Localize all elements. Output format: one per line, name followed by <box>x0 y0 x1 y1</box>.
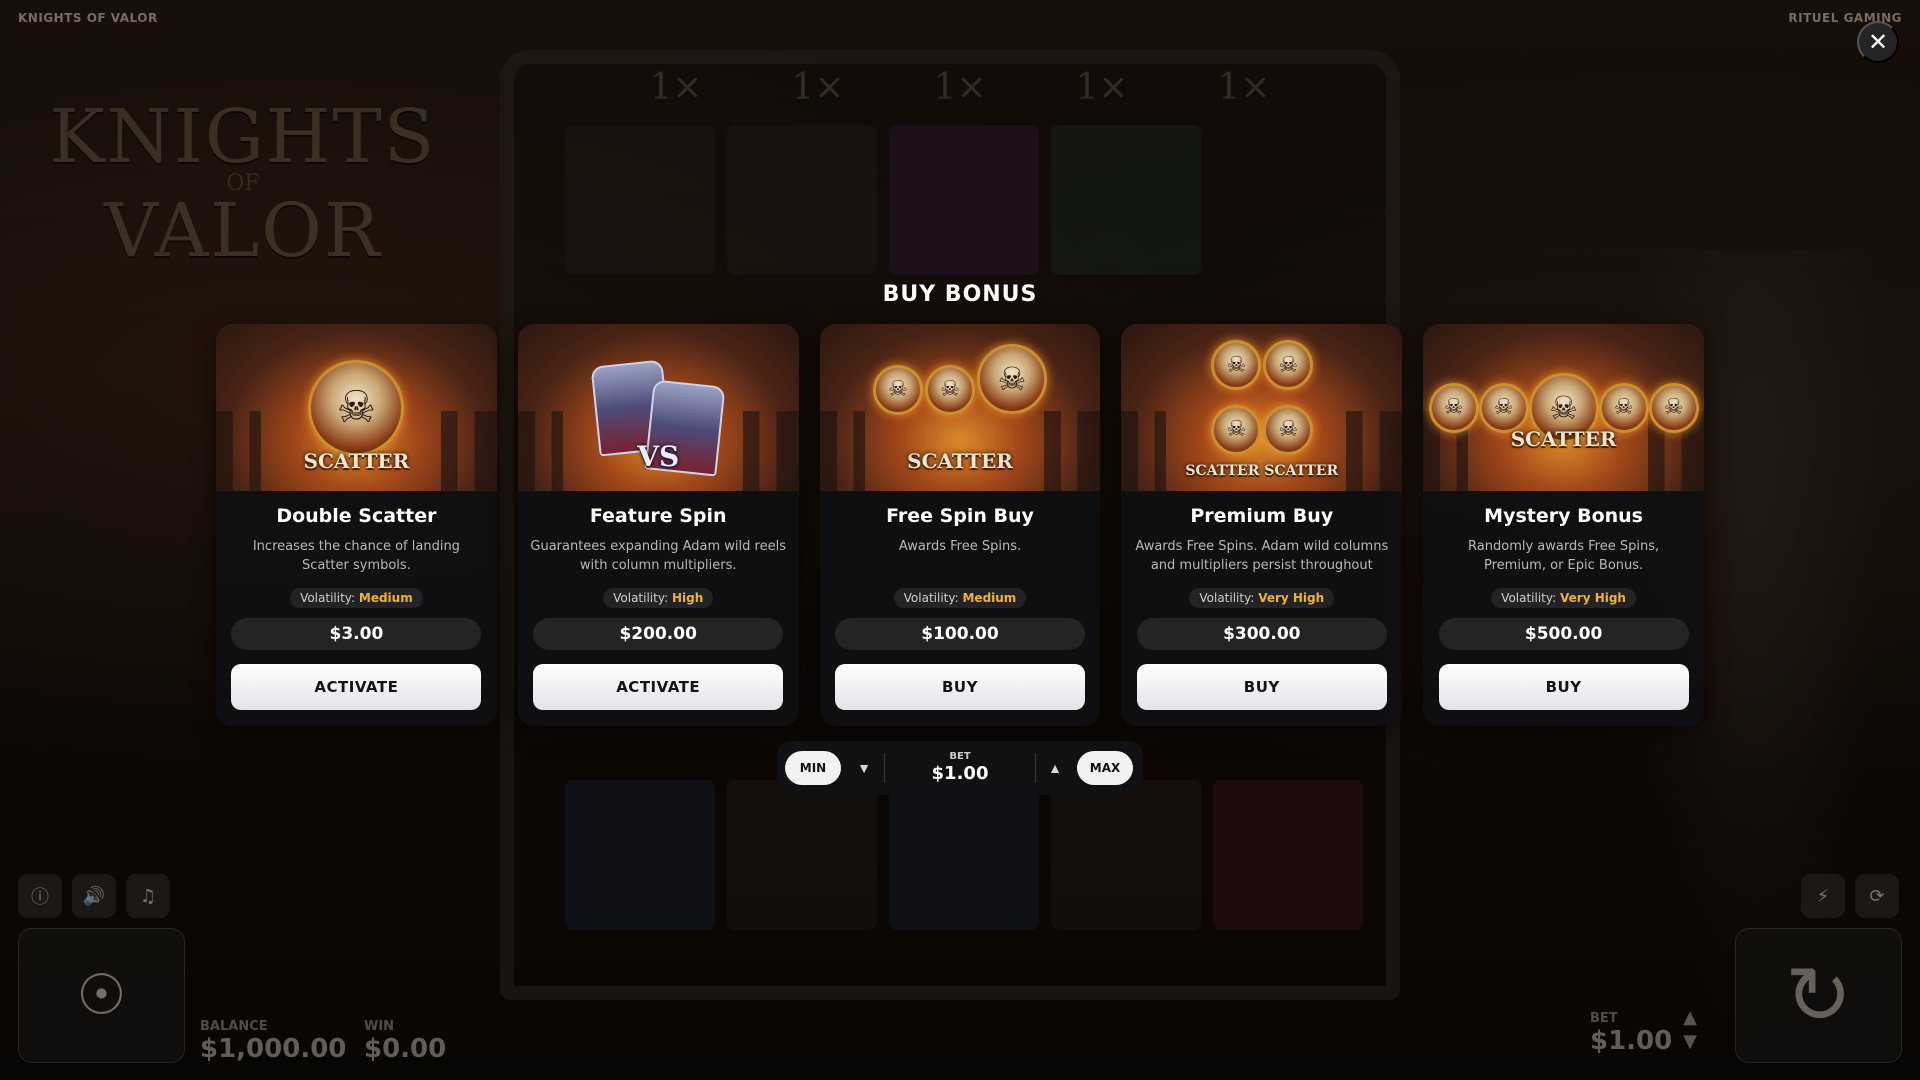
card-art-label: SCATTER SCATTER <box>1185 463 1339 479</box>
card-price: $3.00 <box>231 618 482 650</box>
bet-down-icon[interactable]: ▼ <box>1678 1030 1702 1054</box>
skull-icon: ☠ <box>1211 404 1262 455</box>
bonus-card-list: ☠ SCATTER Double Scatter Increases the c… <box>216 324 1704 726</box>
skull-icon: ☠ <box>1263 340 1314 391</box>
volatility-value: Medium <box>358 591 413 605</box>
card-title: Mystery Bonus <box>1484 505 1643 527</box>
skull-icon: ☠ <box>872 364 923 415</box>
volatility-badge: Volatility: Very High <box>1491 588 1636 608</box>
card-price: $200.00 <box>533 618 784 650</box>
close-button[interactable]: ✕ <box>1857 21 1899 63</box>
volatility-badge: Volatility: Medium <box>290 588 423 608</box>
card-art-label: SCATTER <box>907 449 1013 473</box>
skull-icon: ☠ <box>1648 382 1699 433</box>
volatility-label: Volatility: <box>903 591 959 605</box>
activate-button[interactable]: ACTIVATE <box>231 664 482 710</box>
bonus-card-mystery-bonus: ☠ ☠ ☠ ☠ ☠ SCATTER Mystery Bonus Randomly… <box>1423 324 1704 726</box>
skull-icon: ☠ <box>1263 404 1314 455</box>
hud-bet-label: BET <box>1590 1011 1618 1026</box>
hud-bet-stepper[interactable]: ▲ ▼ <box>1678 1006 1702 1054</box>
card-description: Guarantees expanding Adam wild reels wit… <box>530 539 786 573</box>
turbo-button[interactable]: ⚡ <box>1801 874 1845 918</box>
skull-icon: ☠ <box>924 364 975 415</box>
demon-sigil-icon: ☉ <box>76 963 127 1028</box>
card-price: $100.00 <box>834 618 1085 650</box>
sound-button[interactable]: 🔊 <box>72 874 116 918</box>
skull-icon: ☠ <box>1478 382 1529 433</box>
studio-logo: ☉ <box>18 928 185 1063</box>
card-title: Free Spin Buy <box>886 505 1034 527</box>
volatility-badge: Volatility: Very High <box>1189 588 1335 608</box>
bet-up-icon[interactable]: ▲ <box>1678 1006 1702 1030</box>
buy-button[interactable]: BUY <box>1438 664 1689 710</box>
modal-title: BUY BONUS <box>882 282 1038 307</box>
card-art-label: SCATTER <box>1510 427 1617 451</box>
bonus-card-free-spin-buy: ☠ ☠ ☠ SCATTER Free Spin Buy Awards Free … <box>819 324 1101 726</box>
card-art-label: SCATTER <box>303 449 410 473</box>
bonus-card-feature-spin: VS Feature Spin Guarantees expanding Ada… <box>517 324 799 726</box>
card-description: Randomly awards Free Spins, Premium, or … <box>1468 539 1660 573</box>
card-title: Feature Spin <box>589 505 727 527</box>
card-art-knights-vs: VS <box>517 324 799 491</box>
spin-icon: ↻ <box>1784 949 1853 1042</box>
volatility-label: Volatility: <box>1501 591 1557 605</box>
win-label: WIN <box>364 1019 395 1034</box>
card-description: Increases the chance of landing Scatter … <box>252 539 460 573</box>
activate-button[interactable]: ACTIVATE <box>533 664 784 710</box>
close-icon: ✕ <box>1867 28 1889 56</box>
card-art-label: VS <box>637 440 680 473</box>
volatility-value: Very High <box>1258 591 1325 605</box>
volatility-badge: Volatility: Medium <box>893 588 1027 608</box>
card-art-scatter: ☠ SCATTER <box>216 324 497 491</box>
skull-icon: ☠ <box>1211 340 1262 391</box>
skull-icon: ☠ <box>1428 382 1479 433</box>
balance-label: BALANCE <box>200 1019 268 1034</box>
music-button[interactable]: ♫ <box>126 874 170 918</box>
bet-increase-button[interactable]: ▲ <box>1041 754 1069 782</box>
volatility-value: Very High <box>1560 591 1626 605</box>
card-description: Awards Free Spins. Adam wild columns and… <box>1135 539 1389 573</box>
volatility-label: Volatility: <box>1199 591 1255 605</box>
volatility-value: High <box>671 591 704 605</box>
info-button[interactable]: ⓘ <box>18 874 62 918</box>
skull-icon: ☠ <box>976 343 1047 414</box>
win-value: $0.00 <box>364 1034 447 1064</box>
card-title: Double Scatter <box>276 505 437 527</box>
bonus-card-premium-buy: ☠ ☠ ☠ ☠ SCATTER SCATTER Premium Buy Awar… <box>1121 324 1403 726</box>
speaker-icon: 🔊 <box>82 885 106 907</box>
volatility-label: Volatility: <box>300 591 356 605</box>
card-price: $500.00 <box>1438 618 1689 650</box>
card-title: Premium Buy <box>1190 505 1334 527</box>
card-description: Awards Free Spins. <box>898 539 1022 554</box>
buy-button[interactable]: BUY <box>834 664 1085 710</box>
skull-icon: ☠ <box>308 359 405 456</box>
autoplay-icon: ⟳ <box>1869 885 1885 907</box>
max-bet-button[interactable]: MAX <box>1077 751 1133 785</box>
chevron-up-icon: ▲ <box>1048 760 1062 776</box>
card-art-scatter: ☠ ☠ ☠ ☠ SCATTER SCATTER <box>1121 324 1403 491</box>
bet-control: MIN ▼ BET $1.00 ▲ MAX <box>777 741 1143 795</box>
lightning-icon: ⚡ <box>1816 885 1830 907</box>
info-icon: ⓘ <box>31 887 49 908</box>
card-price: $300.00 <box>1136 618 1387 650</box>
game-title: KNIGHTS OF VALOR <box>18 11 158 25</box>
music-note-icon: ♫ <box>139 885 157 907</box>
card-art-scatter: ☠ ☠ ☠ ☠ ☠ SCATTER <box>1423 324 1704 491</box>
card-art-scatter: ☠ ☠ ☠ SCATTER <box>819 324 1101 491</box>
volatility-badge: Volatility: High <box>603 588 714 608</box>
autoplay-button[interactable]: ⟳ <box>1855 874 1899 918</box>
volatility-value: Medium <box>962 591 1017 605</box>
volatility-label: Volatility: <box>613 591 669 605</box>
buy-button[interactable]: BUY <box>1136 664 1387 710</box>
skull-icon: ☠ <box>1598 382 1649 433</box>
spin-button[interactable]: ↻ <box>1735 928 1902 1063</box>
balance-value: $1,000.00 <box>200 1034 347 1064</box>
bonus-card-double-scatter: ☠ SCATTER Double Scatter Increases the c… <box>216 324 497 726</box>
hud-bet-value: $1.00 <box>1590 1026 1673 1056</box>
